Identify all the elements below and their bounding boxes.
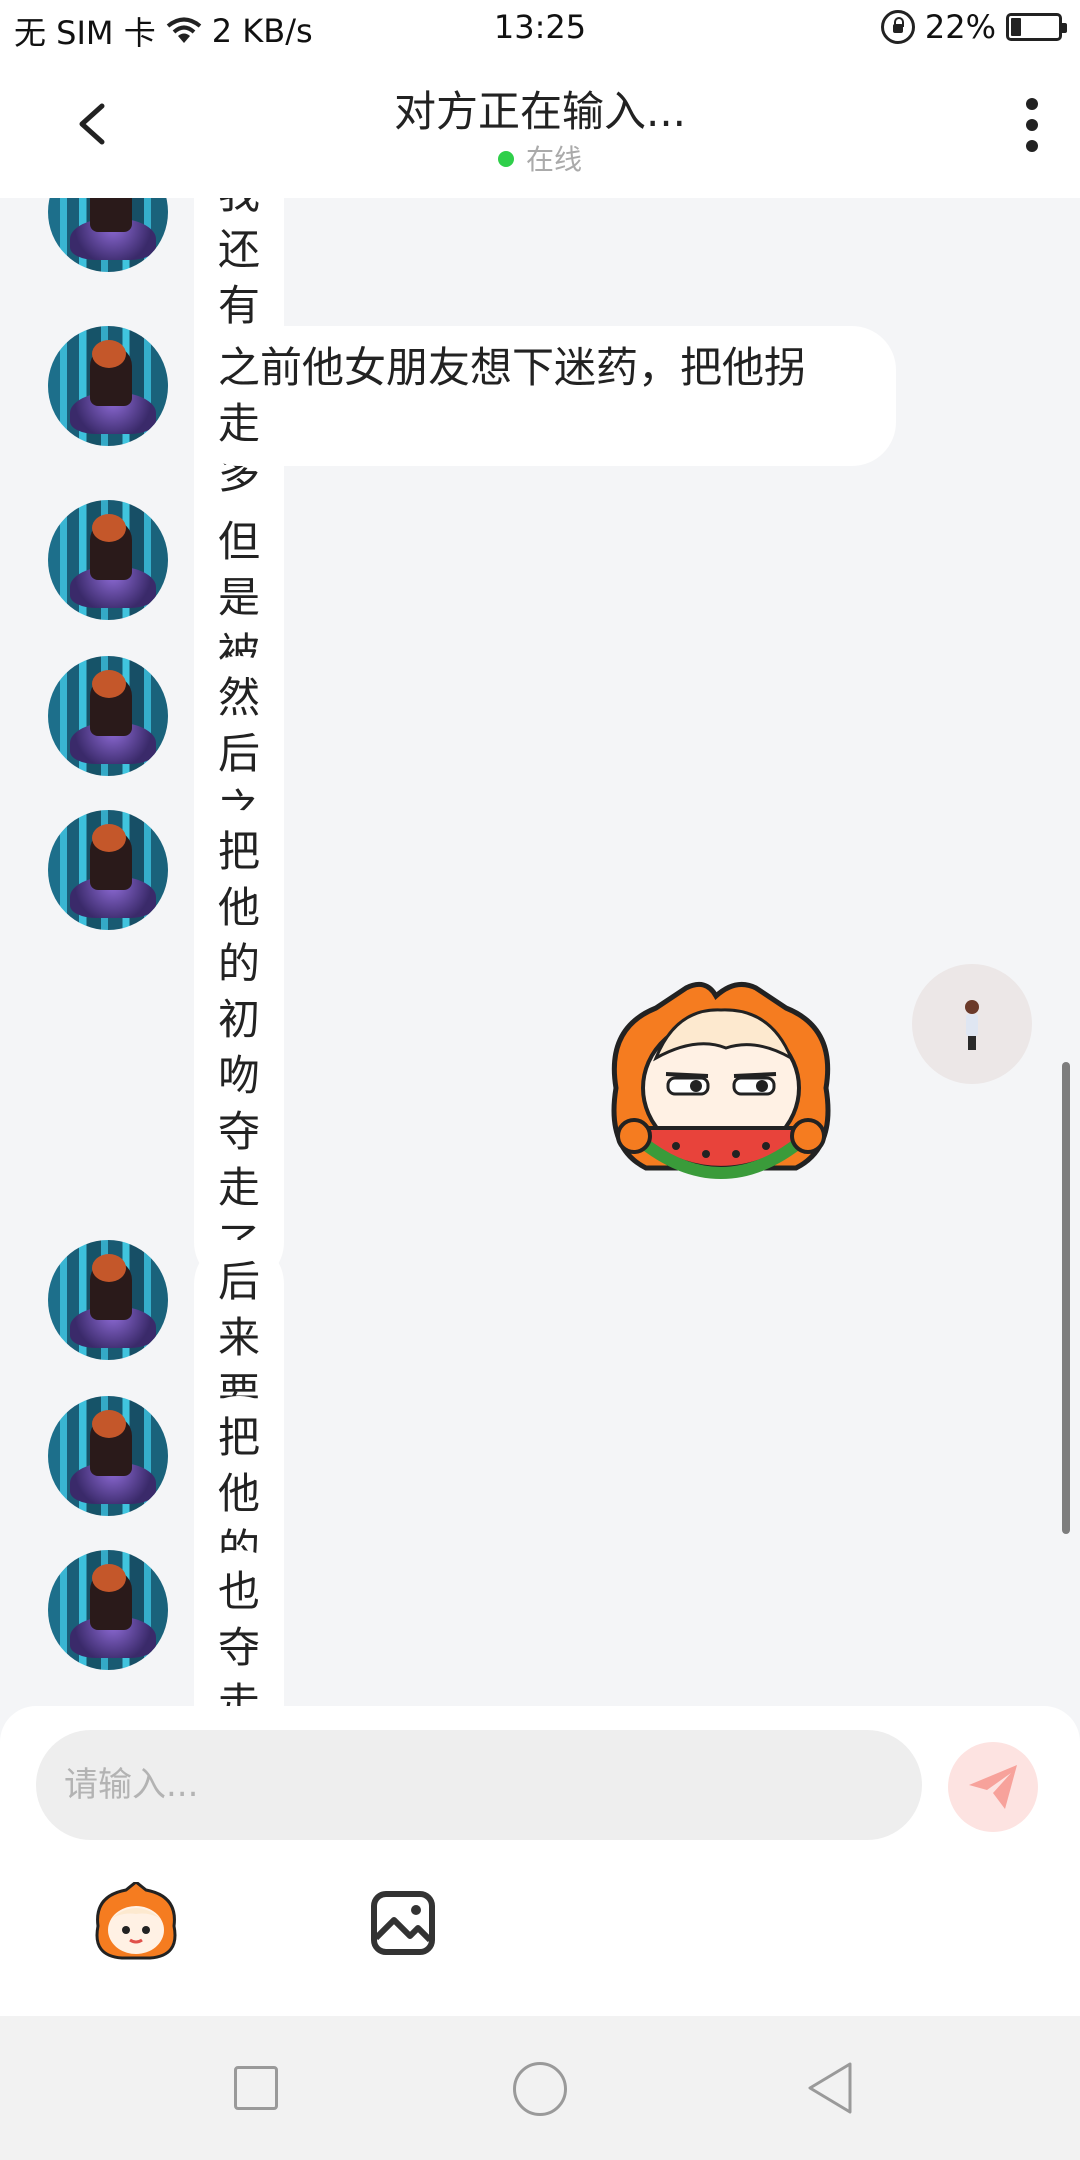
message-list[interactable]: 我还有他很多的瓜 之前他女朋友想下迷药，把他拐 走 但是被他发现了 然后之后又强… <box>0 198 1080 1708</box>
input-panel <box>0 1706 1080 2016</box>
emoji-icon[interactable] <box>90 1882 182 1962</box>
battery-percent: 22% <box>924 8 996 46</box>
contact-avatar[interactable] <box>48 1396 168 1516</box>
chat-header: 对方正在输入... 在线 <box>0 56 1080 198</box>
status-right: 22% <box>880 8 1067 46</box>
status-bar: 无 SIM 卡 2 KB/s 13:25 22% <box>0 0 1080 56</box>
rotation-lock-icon <box>880 10 915 44</box>
battery-level <box>1011 18 1021 36</box>
recent-apps-icon[interactable] <box>234 2066 278 2110</box>
chat-title: 对方正在输入... <box>393 87 687 136</box>
battery-icon <box>1006 13 1067 41</box>
contact-avatar[interactable] <box>48 656 168 776</box>
more-vertical-icon[interactable] <box>1024 98 1040 154</box>
back-triangle-icon[interactable] <box>804 2060 856 2116</box>
online-dot-icon <box>497 151 514 167</box>
send-icon <box>969 1765 1017 1809</box>
contact-avatar[interactable] <box>48 1240 168 1360</box>
online-status: 在线 <box>0 138 1080 178</box>
send-button[interactable] <box>948 1742 1038 1832</box>
home-icon[interactable] <box>513 2062 567 2116</box>
contact-avatar[interactable] <box>48 326 168 446</box>
message-bubble[interactable]: 也夺走了 <box>194 1550 285 1708</box>
contact-avatar[interactable] <box>48 198 168 272</box>
message-input[interactable] <box>36 1730 922 1840</box>
my-avatar[interactable] <box>912 964 1032 1084</box>
contact-avatar[interactable] <box>48 500 168 620</box>
message-bubble[interactable]: 之前他女朋友想下迷药，把他拐 走 <box>194 326 896 466</box>
scrollbar[interactable] <box>1062 1062 1070 1534</box>
message-bubble[interactable]: 把他的初吻夺走了 <box>194 810 285 1286</box>
system-nav-bar <box>0 2016 1080 2160</box>
image-icon[interactable] <box>370 1890 436 1956</box>
contact-avatar[interactable] <box>48 810 168 930</box>
online-status-text: 在线 <box>525 143 582 176</box>
watermelon-sticker-icon[interactable] <box>596 978 846 1198</box>
contact-avatar[interactable] <box>48 1550 168 1670</box>
